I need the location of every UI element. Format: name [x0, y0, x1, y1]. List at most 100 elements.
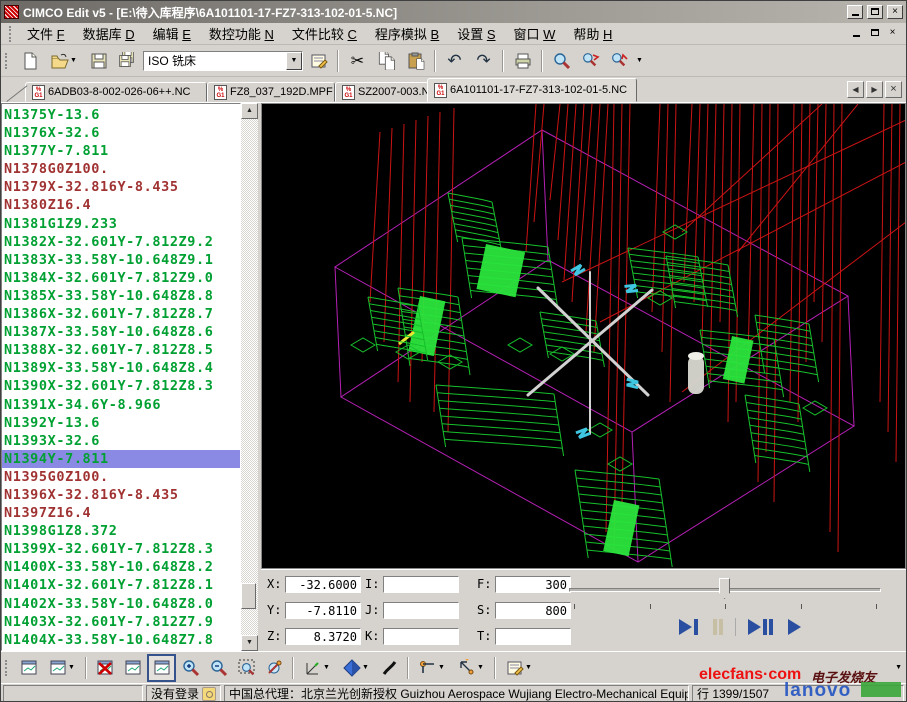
shaded-view-button[interactable]: ▼ — [337, 655, 375, 681]
combobox-dropdown-button[interactable]: ▼ — [286, 52, 302, 70]
open-file-button[interactable]: ▼ — [45, 48, 83, 74]
code-line[interactable]: N1391X-34.6Y-8.966 — [2, 396, 240, 414]
coord-z-field[interactable]: 8.3720 — [285, 628, 361, 645]
code-line[interactable]: N1390X-32.601Y-7.812Z8.3 — [2, 377, 240, 395]
draw-tool-button[interactable] — [376, 655, 403, 681]
code-line[interactable]: N1386X-32.601Y-7.812Z8.7 — [2, 305, 240, 323]
find-previous-button[interactable] — [606, 48, 633, 74]
code-line[interactable]: N1384X-32.601Y-7.812Z9.0 — [2, 269, 240, 287]
coord-j-field[interactable] — [383, 602, 459, 619]
code-line[interactable]: N1401X-32.601Y-7.812Z8.1 — [2, 576, 240, 594]
zoom-out-button[interactable] — [205, 655, 232, 681]
tool-field[interactable] — [495, 628, 571, 645]
maximize-button[interactable] — [867, 5, 883, 19]
close-simulation-button[interactable] — [91, 655, 118, 681]
coord-y-field[interactable]: -7.8110 — [285, 602, 361, 619]
play-to-end-button[interactable] — [745, 616, 776, 638]
scrollbar-down-button[interactable]: ▼ — [241, 635, 258, 651]
sim-graph-window-button[interactable] — [147, 654, 176, 682]
menu-item-edit[interactable]: 编辑 E — [144, 22, 200, 45]
toolbar-overflow-caret[interactable]: ▼ — [636, 57, 643, 64]
step-forward-button[interactable] — [676, 616, 701, 638]
sim-toolbar-grip[interactable] — [5, 660, 10, 676]
code-line[interactable]: N1402X-33.58Y-10.648Z8.0 — [2, 595, 240, 613]
code-line[interactable]: N1393X-32.6 — [2, 432, 240, 450]
code-line-selected[interactable]: N1394Y-7.811 — [2, 450, 240, 468]
code-line[interactable]: N1380Z16.4 — [2, 196, 240, 214]
code-line[interactable]: N1403X-32.601Y-7.812Z7.9 — [2, 613, 240, 631]
code-line[interactable]: N1378G0Z100. — [2, 160, 240, 178]
copy-button[interactable] — [373, 48, 400, 74]
scrollbar-thumb[interactable] — [241, 583, 256, 609]
feed-field[interactable]: 300 — [495, 576, 571, 593]
new-file-button[interactable] — [16, 48, 43, 74]
code-line[interactable]: N1404X-33.58Y-10.648Z7.8 — [2, 631, 240, 649]
machine-type-combobox[interactable]: ISO 铣床 ▼ — [143, 51, 303, 71]
coord-k-field[interactable] — [383, 628, 459, 645]
menu-item-window[interactable]: 窗口 W — [505, 22, 565, 45]
toolpath-display-button[interactable]: ▼ — [452, 655, 490, 681]
sim-settings-button[interactable]: ▼ — [500, 655, 538, 681]
tab-2[interactable]: %G1FZ8_037_192D.MPF — [207, 82, 335, 102]
code-line[interactable]: N1398G1Z8.372 — [2, 522, 240, 540]
sim-toolbar-overflow-caret[interactable]: ▼ — [895, 664, 902, 671]
simulation-viewport[interactable] — [261, 103, 906, 569]
code-line[interactable]: N1385X-33.58Y-10.648Z8.8 — [2, 287, 240, 305]
mdi-restore-button[interactable] — [867, 27, 882, 40]
tab-close-button[interactable]: × — [885, 81, 902, 98]
coord-i-field[interactable] — [383, 576, 459, 593]
paste-button[interactable] — [402, 48, 429, 74]
key-icon[interactable] — [202, 687, 216, 701]
menu-item-file[interactable]: 文件 F — [18, 22, 74, 45]
code-line[interactable]: N1387X-33.58Y-10.648Z8.6 — [2, 323, 240, 341]
code-line[interactable]: N1381G1Z9.233 — [2, 215, 240, 233]
scrollbar-up-button[interactable]: ▲ — [241, 103, 258, 119]
code-line[interactable]: N1375Y-13.6 — [2, 106, 240, 124]
mdi-minimize-button[interactable] — [849, 27, 864, 40]
zoom-window-button[interactable] — [233, 655, 260, 681]
find-button[interactable] — [548, 48, 575, 74]
menu-item-backplot[interactable]: 程序模拟 B — [366, 22, 448, 45]
code-line[interactable]: N1396X-32.816Y-8.435 — [2, 486, 240, 504]
close-button[interactable]: × — [887, 5, 903, 19]
coord-x-field[interactable]: -32.6000 — [285, 576, 361, 593]
menu-item-setup[interactable]: 设置 S — [448, 22, 504, 45]
code-line[interactable]: N1388X-32.601Y-7.812Z8.5 — [2, 341, 240, 359]
menu-item-help[interactable]: 帮助 H — [564, 22, 621, 45]
axes-view-button[interactable]: ▼ — [298, 655, 336, 681]
menu-item-database[interactable]: 数据库 D — [74, 22, 144, 45]
menu-grip[interactable] — [9, 26, 14, 42]
menu-item-nc-functions[interactable]: 数控功能 N — [200, 22, 283, 45]
code-editor[interactable]: N1375Y-13.6N1376X-32.6N1377Y-7.811N1378G… — [1, 103, 241, 651]
title-bar[interactable]: CIMCO Edit v5 - [E:\待入库程序\6A101101-17-FZ… — [1, 1, 906, 23]
mdi-close-button[interactable]: × — [885, 27, 900, 40]
code-line[interactable]: N1376X-32.6 — [2, 124, 240, 142]
save-button[interactable] — [85, 48, 112, 74]
code-line[interactable]: N1400X-33.58Y-10.648Z8.2 — [2, 558, 240, 576]
zoom-in-button[interactable] — [177, 655, 204, 681]
slider-thumb[interactable] — [719, 578, 730, 599]
menu-item-file-compare[interactable]: 文件比较 C — [283, 22, 366, 45]
tab-1[interactable]: %G16ADB03-8-002-026-06++.NC — [25, 82, 207, 102]
tab-4[interactable]: %G16A101101-17-FZ7-313-102-01-5.NC — [427, 78, 637, 102]
editor-settings-button[interactable] — [305, 48, 332, 74]
print-button[interactable] — [509, 48, 536, 74]
find-next-button[interactable] — [577, 48, 604, 74]
scrollbar-track[interactable] — [241, 119, 258, 635]
code-line[interactable]: N1395G0Z100. — [2, 468, 240, 486]
code-line[interactable]: N1399X-32.601Y-7.812Z8.3 — [2, 540, 240, 558]
tool-display-button[interactable]: ▼ — [413, 655, 451, 681]
cut-button[interactable]: ✂ — [344, 48, 371, 74]
save-all-button[interactable] — [114, 48, 141, 74]
new-window-button[interactable]: ▼ — [43, 655, 81, 681]
code-line[interactable]: N1392Y-13.6 — [2, 414, 240, 432]
pause-button[interactable] — [710, 616, 726, 638]
redo-button[interactable]: ↷ — [470, 48, 497, 74]
code-line[interactable]: N1382X-32.601Y-7.812Z9.2 — [2, 233, 240, 251]
code-line[interactable]: N1397Z16.4 — [2, 504, 240, 522]
window-split-button[interactable] — [15, 655, 42, 681]
tab-scroll-right-button[interactable]: ▶ — [866, 81, 883, 98]
open-dropdown-caret[interactable]: ▼ — [70, 57, 77, 64]
orbit-button[interactable] — [261, 655, 288, 681]
tab-3[interactable]: %G1SZ2007-003.NC — [335, 82, 435, 102]
